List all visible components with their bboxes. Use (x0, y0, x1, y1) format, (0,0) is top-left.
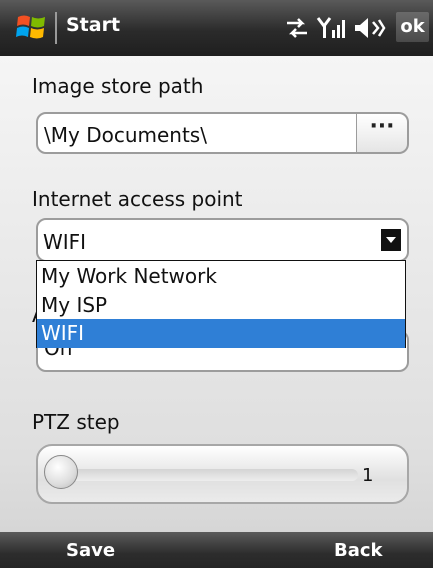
windows-flag-icon[interactable] (16, 12, 48, 42)
internet-access-options-list: My Work Network My ISP WIFI (36, 260, 406, 348)
back-button[interactable]: Back (334, 540, 383, 561)
dropdown-arrow-icon[interactable] (381, 229, 401, 251)
slider-groove (58, 469, 358, 481)
internet-access-selected: WIFI (43, 230, 87, 254)
ptz-step-value: 1 (362, 465, 374, 486)
title-bar: Start ok (0, 0, 433, 56)
dropdown-option[interactable]: My Work Network (37, 262, 405, 291)
image-store-label: Image store path (32, 74, 204, 98)
internet-access-label: Internet access point (32, 187, 243, 211)
signal-strength-icon (316, 17, 345, 38)
title-separator (55, 12, 57, 44)
dropdown-option[interactable]: My ISP (37, 291, 405, 320)
save-button[interactable]: Save (66, 540, 115, 561)
slider-thumb[interactable] (44, 455, 78, 489)
ok-button[interactable]: ok (396, 12, 429, 42)
image-store-path-field[interactable]: \My Documents\ (36, 112, 358, 154)
softkey-bar: Save Back (0, 532, 433, 568)
ptz-step-label: PTZ step (32, 410, 120, 434)
speaker-muted-icon (355, 18, 386, 38)
internet-access-dropdown[interactable]: WIFI (36, 218, 409, 262)
dropdown-option-selected[interactable]: WIFI (37, 319, 405, 348)
browse-button[interactable]: ··· (356, 112, 409, 154)
sync-arrows-icon (287, 18, 307, 38)
image-store-path-value: \My Documents\ (44, 123, 207, 147)
window-title: Start (66, 14, 121, 36)
